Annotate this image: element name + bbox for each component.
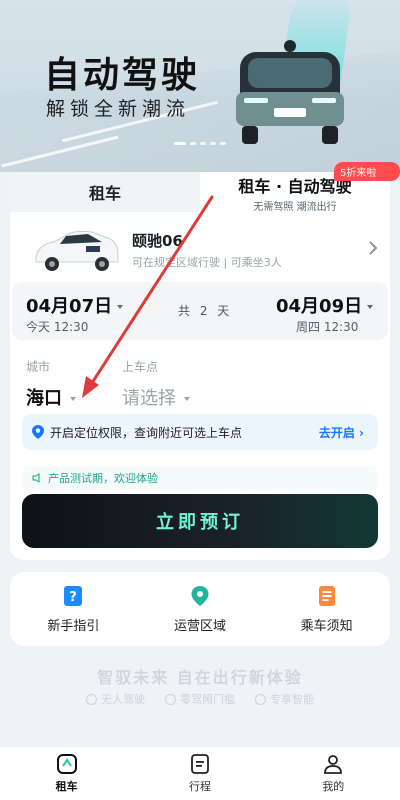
quick-link-ride-notice[interactable]: 乘车须知 [263,572,390,646]
caret-down-icon [367,305,374,309]
profile-icon [324,755,343,774]
start-date-text: 04月07日 [26,296,113,317]
caret-down-icon [184,397,190,401]
start-date[interactable]: 04月07日 [26,292,124,318]
location-pin-icon [191,585,209,606]
feature-list: 无人驾驶 零驾照门槛 专享智能 [0,691,400,707]
nav-tab-trips[interactable]: 行程 [133,747,266,800]
carousel-dot [200,142,206,145]
discount-badge: 5折来啦 [334,162,400,181]
vehicle-name: 颐驰06 [132,232,183,250]
nav-label: 租车 [55,780,78,793]
test-notice-text: 产品测试期，欢迎体验 [48,472,158,485]
vehicle-image [35,230,119,271]
carousel-dot-active [174,142,186,145]
booking-card: 租车 租车 · 自动驾驶 无需驾照 潮流出行 颐驰06 可在规定区域行驶 | 可… [10,172,390,560]
feature-text: 零驾照门槛 [180,693,235,706]
hero-subtitle: 解锁全新潮流 [46,98,191,120]
location-permission-text: 开启定位权限，查询附近可选上车点 [50,425,243,440]
feature-text: 专享智能 [270,693,314,706]
vehicle-selector[interactable]: 颐驰06 可在规定区域行驶 | 可乘坐3人 [10,218,390,278]
carousel-dot [220,142,226,145]
quick-link-label: 乘车须知 [300,618,353,634]
tab-autonomous-subtitle: 无需驾照 潮流出行 [253,202,337,213]
nav-label: 我的 [322,780,345,793]
pickup-selector[interactable]: 请选择 [122,384,190,410]
svg-text:?: ? [70,590,78,605]
caret-down-icon [70,397,76,401]
carousel-dot [190,142,196,145]
enable-location-link[interactable]: 去开启 › [319,424,364,441]
location-permission-bar[interactable]: 开启定位权限，查询附近可选上车点 去开启 › [22,414,378,450]
city-label: 城市 [26,360,51,374]
end-date-text: 04月09日 [276,296,363,317]
hero-banner[interactable]: 自动驾驶 解锁全新潮流 [0,0,400,172]
tab-car-rental[interactable]: 租车 [10,172,200,212]
feature-item: 无人驾驶 [86,691,145,707]
trip-icon [191,754,209,774]
check-circle-icon [165,693,176,705]
hero-title: 自动驾驶 [44,55,201,96]
carousel-indicator [0,142,400,145]
location-icon [32,425,44,439]
end-date[interactable]: 04月09日 [276,292,374,318]
pickup-label: 上车点 [122,360,159,374]
quick-link-guide[interactable]: ? 新手指引 [10,572,137,646]
end-time: 周四 12:30 [296,320,359,334]
quick-link-label: 运营区域 [174,618,227,634]
start-time: 今天 12:30 [26,320,89,334]
feature-item: 零驾照门槛 [165,691,235,707]
city-value: 海口 [26,388,62,409]
feature-text: 无人驾驶 [101,693,145,706]
caret-down-icon [117,305,124,309]
city-selector[interactable]: 海口 [26,384,76,410]
pickup-placeholder: 请选择 [122,388,176,409]
enable-location-text: 去开启 [318,425,355,440]
quick-link-label: 新手指引 [47,618,100,634]
book-now-button[interactable]: 立即预订 [22,494,378,548]
feature-item: 专享智能 [255,691,314,707]
check-circle-icon [255,693,266,705]
bottom-navigation: 租车 行程 我的 [0,746,400,800]
quick-links: ? 新手指引 运营区域 乘车须知 [10,572,390,646]
car-rental-icon [56,754,77,774]
hero-car-image [236,40,344,144]
chevron-right-icon [369,241,378,255]
slogan-text: 智驭未来 自在出行新体验 [97,668,303,687]
carousel-dot [210,142,216,145]
guide-icon: ? [64,585,83,606]
nav-tab-profile[interactable]: 我的 [267,747,400,800]
speaker-icon [32,473,40,483]
nav-tab-rental[interactable]: 租车 [0,747,133,800]
test-notice: 产品测试期，欢迎体验 [22,466,378,490]
rental-date-picker[interactable]: 04月07日 今天 12:30 共 2 天 04月09日 周四 12:30 [12,282,388,340]
rental-duration: 共 2 天 [178,304,233,318]
rental-mode-tabs: 租车 租车 · 自动驾驶 无需驾照 潮流出行 [10,172,390,213]
nav-label: 行程 [188,780,211,793]
quick-link-service-area[interactable]: 运营区域 [137,572,264,646]
check-circle-icon [86,693,97,705]
notice-doc-icon [318,585,335,606]
vehicle-description: 可在规定区域行驶 | 可乘坐3人 [132,256,282,269]
